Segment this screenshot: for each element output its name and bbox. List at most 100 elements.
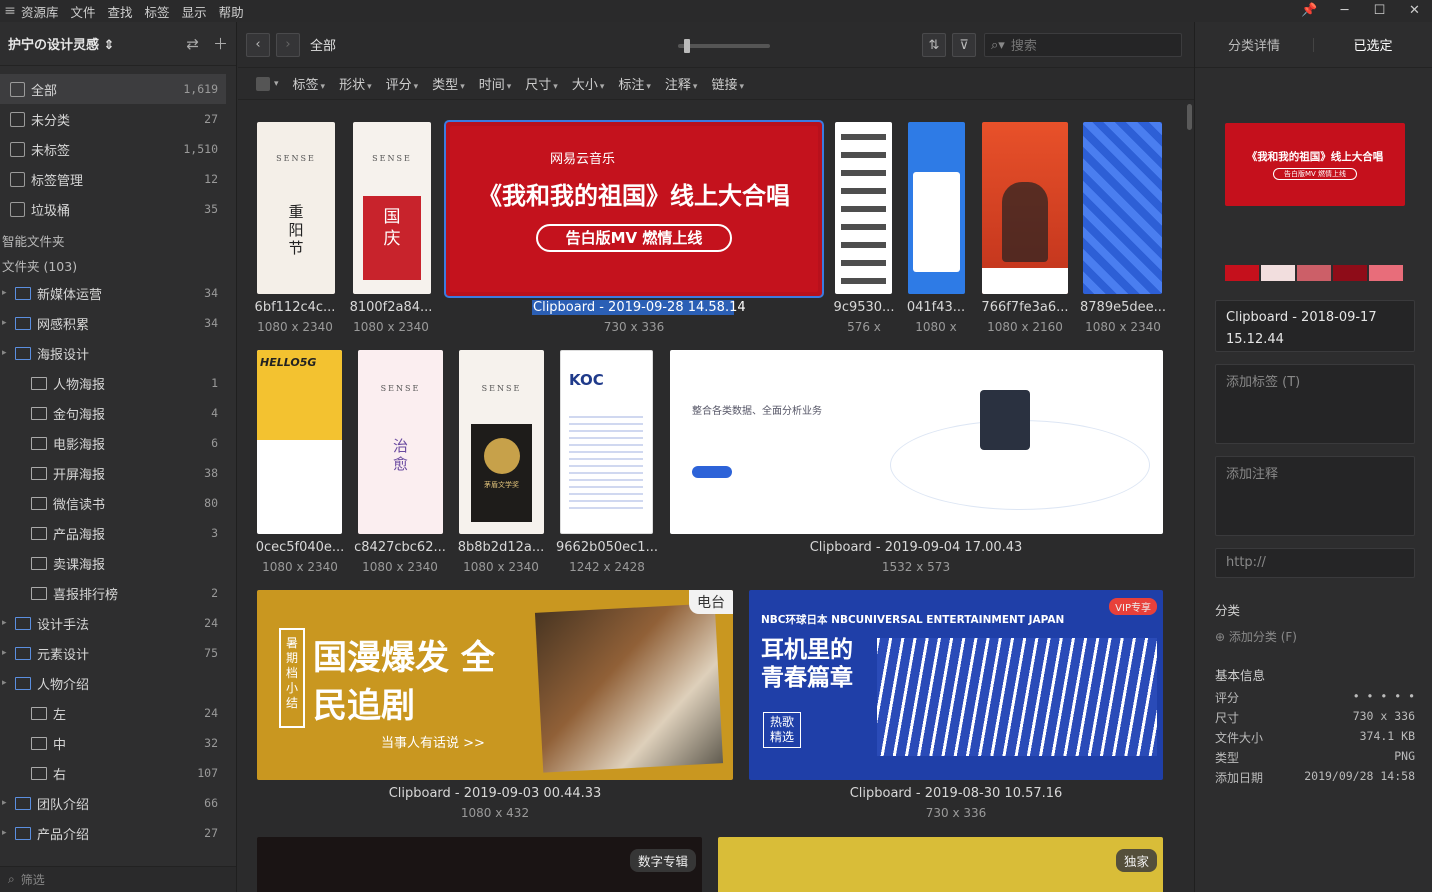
maximize-button[interactable]: ☐ [1362,0,1397,22]
tab-selected[interactable]: 已选定 [1314,35,1432,54]
search-box[interactable]: ⌕▾ [984,33,1182,57]
filter-4[interactable]: 时间 ▾ [479,74,512,93]
smart-folders-heading[interactable]: 智能文件夹 [0,228,236,253]
sidebar-folder[interactable]: 右 107 [0,758,236,788]
filter-1[interactable]: 形状 ▾ [339,74,372,93]
url-input[interactable]: http:// [1215,548,1415,578]
select-all-checkbox[interactable] [256,76,270,91]
sidebar-item[interactable]: 垃圾桶 35 [0,194,236,224]
filter-6[interactable]: 大小 ▾ [572,74,605,93]
thumbnail[interactable]: KOC [560,350,653,534]
note-input[interactable]: 添加注释 [1215,456,1415,536]
sidebar-folder[interactable]: 中 32 [0,728,236,758]
thumbnail[interactable] [982,122,1068,294]
thumbnail[interactable]: NBC环球日本 NBCUNIVERSAL ENTERTAINMENT JAPAN… [749,590,1163,780]
thumbnail[interactable]: SENSE 治愈 [358,350,443,534]
sidebar-folder[interactable]: ▸ 网感积累 34 [0,308,236,338]
back-button[interactable]: ‹ [246,32,270,57]
expand-arrow-icon[interactable]: ▸ [2,678,12,688]
expand-arrow-icon[interactable]: ▸ [2,348,12,358]
color-swatch[interactable] [1333,265,1367,281]
menu-help[interactable]: 帮助 [218,2,255,21]
folders-heading[interactable]: 文件夹 (103) [0,253,236,278]
sidebar-folder[interactable]: ▸ 人物介绍 [0,668,236,698]
sidebar-folder[interactable]: ▸ 新媒体运营 34 [0,278,236,308]
sidebar-folder[interactable]: 人物海报 1 [0,368,236,398]
zoom-slider-knob[interactable] [684,39,690,53]
filter-0[interactable]: 标签 ▾ [293,74,326,93]
thumbnail[interactable]: 暑期档小结 国漫爆发 全民追剧 当事人有话说 >> 电台 [257,590,733,780]
thumbnail[interactable] [835,122,892,294]
sidebar-folder[interactable]: 金句海报 4 [0,398,236,428]
rating-stars[interactable]: • • • • • [1353,689,1415,706]
hamburger-menu-icon[interactable]: ≡ [0,3,20,19]
filter-7[interactable]: 标注 ▾ [618,74,651,93]
library-switcher[interactable]: 护宁の设计灵感 ⇕ [8,34,172,53]
menu-find[interactable]: 查找 [107,2,144,21]
add-icon[interactable]: ＋ [213,33,228,54]
filter-2[interactable]: 评分 ▾ [386,74,419,93]
sidebar-folder[interactable]: ▸ 产品介绍 27 [0,818,236,848]
thumbnail[interactable]: HELLO5G [257,350,342,534]
menu-library[interactable]: 资源库 [20,2,70,21]
color-swatch[interactable] [1297,265,1331,281]
add-category-button[interactable]: ⊕ 添加分类 (F) [1215,628,1297,645]
expand-arrow-icon[interactable]: ▸ [2,798,12,808]
file-name-field[interactable]: Clipboard - 2018-09-17 15.12.44 [1215,300,1415,352]
grid-scrollbar[interactable] [1186,102,1194,892]
scrollbar-thumb[interactable] [1187,104,1192,130]
item-name-selected[interactable]: Clipboard - 2019-09-28 14.58.14 [532,300,746,315]
filter-button[interactable]: ⊽ [952,33,976,57]
thumbnail[interactable] [908,122,965,294]
sync-icon[interactable]: ⇄ [186,35,199,53]
sidebar-folder[interactable]: 喜报排行榜 2 [0,578,236,608]
sidebar-item[interactable]: 全部 1,619 [0,74,226,104]
color-swatch[interactable] [1369,265,1403,281]
expand-arrow-icon[interactable]: ▸ [2,648,12,658]
expand-arrow-icon[interactable]: ▸ [2,618,12,628]
close-button[interactable]: ✕ [1397,0,1432,22]
sidebar-folder[interactable]: 电影海报 6 [0,428,236,458]
thumbnail[interactable]: SENSE 国庆 [353,122,431,294]
forward-button[interactable]: › [276,32,300,57]
thumbnail[interactable] [1083,122,1162,294]
thumbnail[interactable]: 数字专辑 [257,837,702,892]
thumbnail[interactable]: SENSE 茅盾文学奖 [459,350,544,534]
color-swatch[interactable] [1261,265,1295,281]
pin-icon[interactable]: 📌 [1292,0,1327,22]
sidebar-item[interactable]: 未标签 1,510 [0,134,236,164]
sidebar-folder[interactable]: 左 24 [0,698,236,728]
zoom-slider[interactable] [678,39,770,53]
sidebar-folder[interactable]: 产品海报 3 [0,518,236,548]
expand-arrow-icon[interactable]: ▸ [2,828,12,838]
sidebar-folder[interactable]: 微信读书 80 [0,488,236,518]
sidebar-folder[interactable]: ▸ 元素设计 75 [0,638,236,668]
color-swatch[interactable] [1225,265,1259,281]
sidebar-folder[interactable]: ▸ 海报设计 [0,338,236,368]
filter-3[interactable]: 类型 ▾ [432,74,465,93]
minimize-button[interactable]: ─ [1327,0,1362,22]
menu-view[interactable]: 显示 [181,2,218,21]
tab-category-details[interactable]: 分类详情 [1195,35,1313,54]
sidebar-folder[interactable]: 开屏海报 38 [0,458,236,488]
thumbnail[interactable]: 独家 [718,837,1163,892]
filter-8[interactable]: 注释 ▾ [665,74,698,93]
menu-tags[interactable]: 标签 [144,2,181,21]
sidebar-filter[interactable]: ⌕ 筛选 [0,866,236,892]
info-rating[interactable]: 评分 • • • • • [1215,689,1415,706]
filter-9[interactable]: 链接 ▾ [711,74,744,93]
tag-input[interactable]: 添加标签 (T) [1215,364,1415,444]
expand-arrow-icon[interactable]: ▸ [2,288,12,298]
thumbnail-selected[interactable]: 网易云音乐 《我和我的祖国》线上大合唱 告白版MV 燃情上线 [444,120,824,298]
preview-image[interactable]: 《我和我的祖国》线上大合唱 告白版MV 燃情上线 [1225,123,1405,206]
thumbnail[interactable]: SENSE 重阳节 [257,122,335,294]
sidebar-item[interactable]: 未分类 27 [0,104,236,134]
sidebar-folder[interactable]: ▸ 设计手法 24 [0,608,236,638]
sidebar-folder[interactable]: ▸ 团队介绍 66 [0,788,236,818]
filter-input[interactable]: 筛选 [21,871,45,888]
sidebar-folder[interactable]: 卖课海报 [0,548,236,578]
thumbnail[interactable]: 整合各类数据、全面分析业务 [670,350,1163,534]
sidebar-item[interactable]: 标签管理 12 [0,164,236,194]
sort-button[interactable]: ⇅ [922,33,946,57]
search-input[interactable] [1010,37,1161,53]
